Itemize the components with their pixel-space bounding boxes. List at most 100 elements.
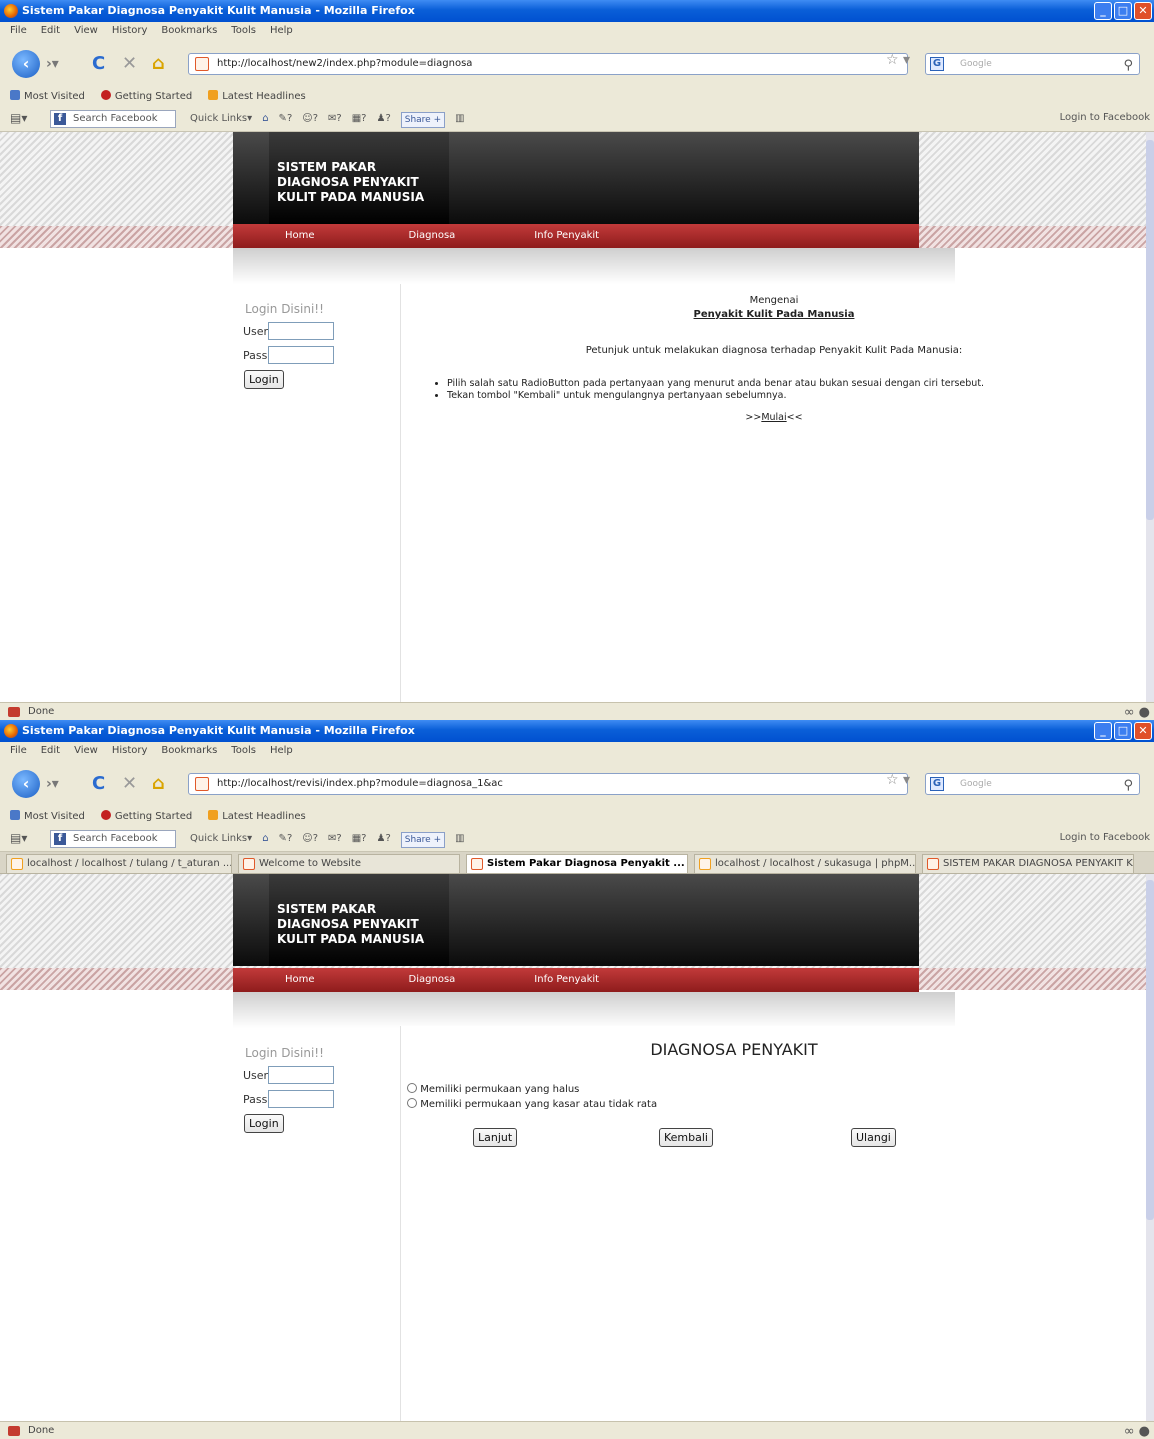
pass-label: Pass [243, 348, 268, 362]
facebook-login-link[interactable]: Login to Facebook [1060, 112, 1150, 123]
share-button[interactable]: Share + [400, 832, 446, 848]
groups-icon[interactable]: ♟? [376, 832, 390, 848]
menu-help[interactable]: Help [270, 22, 293, 40]
search-box[interactable]: G Google ⚲ [925, 773, 1140, 795]
close-button[interactable]: ✕ [1134, 722, 1152, 740]
bookmark-most-visited[interactable]: Most Visited [10, 808, 85, 826]
forward-arrow-icon[interactable]: ›▾ [46, 54, 59, 74]
menu-tools[interactable]: Tools [231, 742, 256, 760]
tab[interactable]: SISTEM PAKAR DIAGNOSA PENYAKIT K... [922, 854, 1134, 873]
nav-diagnosa[interactable]: Diagnosa [409, 224, 456, 248]
login-button[interactable]: Login [244, 1114, 284, 1133]
bookmark-star-icon[interactable]: ☆ ▾ [886, 772, 910, 788]
bookmark-star-icon[interactable]: ☆ ▾ [886, 52, 910, 68]
menu-file[interactable]: File [10, 22, 27, 40]
menu-edit[interactable]: Edit [41, 22, 60, 40]
login-button[interactable]: Login [244, 370, 284, 389]
nav-home[interactable]: Home [285, 968, 315, 992]
option-halus[interactable]: Memiliki permukaan yang halus [407, 1082, 657, 1097]
option-halus-radio[interactable] [407, 1083, 417, 1093]
quick-links-menu[interactable]: Quick Links▾ [190, 832, 252, 848]
pass-input[interactable] [268, 1090, 334, 1108]
user-input[interactable] [268, 322, 334, 340]
nav-info-penyakit[interactable]: Info Penyakit [534, 224, 599, 248]
home-icon[interactable]: ⌂ [152, 54, 165, 74]
tab-active[interactable]: Sistem Pakar Diagnosa Penyakit ... [466, 854, 688, 873]
menu-tools[interactable]: Tools [231, 22, 256, 40]
menu-help[interactable]: Help [270, 742, 293, 760]
messages-icon[interactable]: ✉? [328, 832, 342, 848]
menu-edit[interactable]: Edit [41, 742, 60, 760]
menu-view[interactable]: View [74, 22, 98, 40]
bookmark-latest-headlines[interactable]: Latest Headlines [208, 808, 306, 826]
menu-bookmarks[interactable]: Bookmarks [161, 22, 217, 40]
nav-info-penyakit[interactable]: Info Penyakit [534, 968, 599, 992]
user-input[interactable] [268, 1066, 334, 1084]
toolbar-menu-icon[interactable]: ▤▾ [10, 831, 27, 845]
poke-icon[interactable]: ✎? [279, 112, 293, 128]
sidebar-toggle-icon[interactable]: ▥ [455, 112, 464, 128]
stop-icon[interactable]: ✕ [122, 54, 137, 74]
friend-requests-icon[interactable]: ☺? [302, 832, 318, 848]
status-icon [8, 707, 20, 717]
stop-icon[interactable]: ✕ [122, 774, 137, 794]
scrollbar-thumb[interactable] [1146, 880, 1154, 1220]
search-magnifier-icon[interactable]: ⚲ [1123, 56, 1133, 76]
quick-links-menu[interactable]: Quick Links▾ [190, 112, 252, 128]
reload-icon[interactable]: C [92, 54, 105, 74]
scrollbar-thumb[interactable] [1146, 140, 1154, 520]
bookmark-getting-started[interactable]: Getting Started [100, 88, 192, 106]
menu-history[interactable]: History [112, 742, 148, 760]
kembali-button[interactable]: Kembali [659, 1128, 713, 1147]
maximize-button[interactable]: □ [1114, 722, 1132, 740]
tab[interactable]: localhost / localhost / tulang / t_atura… [6, 854, 232, 873]
facebook-home-icon[interactable]: ⌂ [262, 112, 268, 128]
toolbar-menu-icon[interactable]: ▤▾ [10, 111, 27, 125]
search-magnifier-icon[interactable]: ⚲ [1123, 776, 1133, 796]
reload-icon[interactable]: C [92, 774, 105, 794]
rss-icon [208, 810, 219, 820]
option-kasar[interactable]: Memiliki permukaan yang kasar atau tidak… [407, 1097, 657, 1112]
back-arrow-icon[interactable]: ‹ [12, 50, 40, 78]
ulangi-button[interactable]: Ulangi [851, 1128, 896, 1147]
menu-file[interactable]: File [10, 742, 27, 760]
bookmark-most-visited[interactable]: Most Visited [10, 88, 85, 106]
tab[interactable]: Welcome to Website [238, 854, 460, 873]
nav-diagnosa[interactable]: Diagnosa [409, 968, 456, 992]
tab[interactable]: localhost / localhost / sukasuga | phpM.… [694, 854, 916, 873]
share-button[interactable]: Share + [400, 112, 446, 128]
minimize-button[interactable]: _ [1094, 722, 1112, 740]
user-label: User [243, 324, 269, 338]
search-box[interactable]: G Google ⚲ [925, 53, 1140, 75]
sidebar-toggle-icon[interactable]: ▥ [455, 832, 464, 848]
messages-icon[interactable]: ✉? [328, 112, 342, 128]
events-icon[interactable]: ▦? [352, 112, 367, 128]
nav-home[interactable]: Home [285, 224, 315, 248]
lanjut-button[interactable]: Lanjut [473, 1128, 518, 1147]
facebook-login-link[interactable]: Login to Facebook [1060, 832, 1150, 843]
maximize-button[interactable]: □ [1114, 2, 1132, 20]
option-kasar-radio[interactable] [407, 1098, 417, 1108]
forward-arrow-icon[interactable]: ›▾ [46, 774, 59, 794]
menu-bookmarks[interactable]: Bookmarks [161, 742, 217, 760]
url-bar[interactable]: http://localhost/new2/index.php?module=d… [188, 53, 908, 75]
bookmark-getting-started[interactable]: Getting Started [100, 808, 192, 826]
poke-icon[interactable]: ✎? [279, 832, 293, 848]
facebook-search-input[interactable]: f Search Facebook [50, 110, 176, 128]
facebook-search-input[interactable]: f Search Facebook [50, 830, 176, 848]
back-arrow-icon[interactable]: ‹ [12, 770, 40, 798]
friend-requests-icon[interactable]: ☺? [302, 112, 318, 128]
facebook-home-icon[interactable]: ⌂ [262, 832, 268, 848]
minimize-button[interactable]: _ [1094, 2, 1112, 20]
start-link[interactable]: Mulai [761, 412, 786, 423]
pass-input[interactable] [268, 346, 334, 364]
groups-icon[interactable]: ♟? [376, 112, 390, 128]
menu-view[interactable]: View [74, 742, 98, 760]
user-label: User [243, 1068, 269, 1082]
url-bar[interactable]: http://localhost/revisi/index.php?module… [188, 773, 908, 795]
close-button[interactable]: ✕ [1134, 2, 1152, 20]
menu-history[interactable]: History [112, 22, 148, 40]
events-icon[interactable]: ▦? [352, 832, 367, 848]
bookmark-latest-headlines[interactable]: Latest Headlines [208, 88, 306, 106]
home-icon[interactable]: ⌂ [152, 774, 165, 794]
